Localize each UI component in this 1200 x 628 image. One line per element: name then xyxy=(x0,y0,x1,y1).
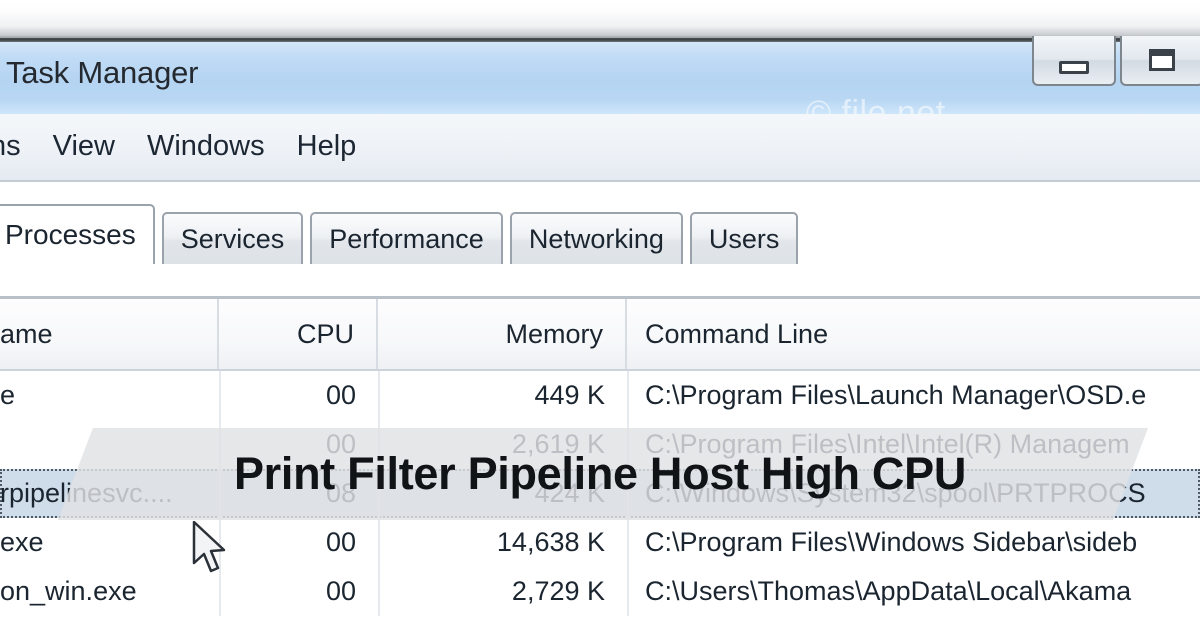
column-divider xyxy=(627,420,629,469)
tab-services[interactable]: Services xyxy=(161,212,304,264)
cell-name: e xyxy=(0,380,16,410)
column-divider xyxy=(378,469,380,518)
cell-memory: 2,619 K xyxy=(511,429,605,459)
watermark-text: © file.net xyxy=(806,94,946,114)
column-divider xyxy=(627,469,629,518)
column-header-name[interactable]: ame xyxy=(0,299,219,369)
maximize-icon xyxy=(1149,49,1175,71)
cell-name xyxy=(0,420,219,469)
menu-item-help[interactable]: Help xyxy=(281,130,373,163)
tab-networking[interactable]: Networking xyxy=(509,212,683,264)
minimize-icon xyxy=(1059,60,1089,74)
column-divider xyxy=(378,420,380,469)
task-manager-screenshot: Task Manager © file.net nsViewWindowsHel… xyxy=(0,0,1200,628)
menu-items: nsViewWindowsHelp xyxy=(0,114,372,178)
column-header-cpu[interactable]: CPU xyxy=(219,299,378,369)
table-row[interactable]: e 00 449 K C:\Program Files\Launch Manager\… xyxy=(0,371,1200,420)
cell-memory: 449 K xyxy=(534,380,605,410)
column-divider xyxy=(219,420,221,469)
tab-strip: Processes Services Performance Networking Us… xyxy=(0,182,1200,300)
cell-name: rpipelinesvc.... xyxy=(0,478,173,508)
column-header-memory[interactable]: Memory xyxy=(378,299,627,369)
column-divider xyxy=(378,518,380,567)
process-rows: e 00 449 K C:\Program Files\Launch Manager\… xyxy=(0,371,1200,616)
window-controls xyxy=(1028,36,1200,86)
column-divider xyxy=(627,371,629,420)
column-divider xyxy=(378,371,380,420)
tab-list: Processes Services Performance Networking Us… xyxy=(0,204,805,264)
cell-command: C:\Program Files\Launch Manager\OSD.e xyxy=(645,380,1147,410)
table-row[interactable]: 00 2,619 K C:\Program Files\Intel\Intel(R)… xyxy=(0,420,1200,469)
minimize-button[interactable] xyxy=(1032,36,1116,86)
cell-name: on_win.exe xyxy=(0,576,137,606)
menu-item-windows[interactable]: Windows xyxy=(131,130,281,163)
cell-cpu: 00 xyxy=(325,380,356,410)
cell-memory: 14,638 K xyxy=(496,527,605,557)
process-list: ame CPU Memory Command Line e 00 449 K C:\Prog… xyxy=(0,296,1200,628)
cell-memory: 2,729 K xyxy=(511,576,605,606)
title-bar[interactable]: Task Manager © file.net xyxy=(0,42,1200,114)
tab-processes[interactable]: Processes xyxy=(0,204,155,264)
column-divider xyxy=(378,567,380,616)
column-header-row: ame CPU Memory Command Line xyxy=(0,299,1200,371)
column-header-command[interactable]: Command Line xyxy=(627,299,1200,369)
cell-cpu: 00 xyxy=(325,527,356,557)
cell-command: C:\Users\Thomas\AppData\Local\Akama xyxy=(645,576,1132,606)
cell-command: C:\Windows\System32\spool\PRTPROCS xyxy=(645,478,1146,508)
menu-bar: nsViewWindowsHelp xyxy=(0,114,1200,182)
table-row[interactable]: exe 00 14,638 K C:\Program Files\Windows Si… xyxy=(0,518,1200,567)
table-row[interactable]: on_win.exe 00 2,729 K C:\Users\Thomas\AppDa… xyxy=(0,567,1200,616)
cell-memory: 424 K xyxy=(534,478,605,508)
tab-performance[interactable]: Performance xyxy=(310,212,503,264)
menu-item-ns[interactable]: ns xyxy=(0,130,37,163)
tab-baseline xyxy=(0,277,1200,280)
cell-command: C:\Program Files\Windows Sidebar\sideb xyxy=(645,527,1138,557)
table-row[interactable]: rpipelinesvc.... 08 424 K C:\Windows\System… xyxy=(0,469,1200,518)
mouse-cursor xyxy=(192,520,232,577)
maximize-button[interactable] xyxy=(1120,36,1200,86)
column-divider xyxy=(627,518,629,567)
column-divider xyxy=(627,567,629,616)
menu-item-view[interactable]: View xyxy=(37,130,131,163)
window-title: Task Manager xyxy=(6,55,199,90)
window-top-edge xyxy=(0,0,1200,38)
column-divider xyxy=(219,371,221,420)
column-divider xyxy=(219,469,221,518)
tab-users[interactable]: Users xyxy=(689,212,799,264)
cell-cpu: 00 xyxy=(325,576,356,606)
cell-name: exe xyxy=(0,527,44,557)
cell-cpu: 08 xyxy=(325,478,356,508)
cell-command: C:\Program Files\Intel\Intel(R) Managem xyxy=(645,429,1130,459)
cell-cpu: 00 xyxy=(325,429,356,459)
